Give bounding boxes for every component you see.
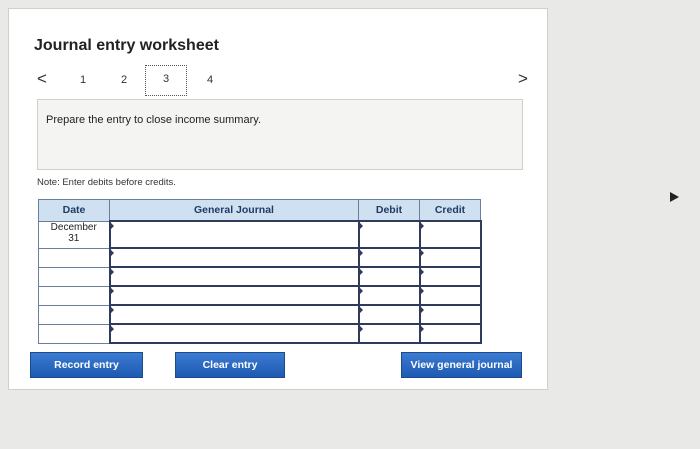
account-input[interactable] [108, 304, 360, 325]
journal-table: Date General Journal Debit Credit Decemb… [38, 199, 482, 344]
credit-input[interactable] [418, 323, 482, 344]
table-row [38, 247, 482, 268]
credit-input[interactable] [418, 220, 482, 249]
debit-input[interactable] [357, 304, 421, 325]
chevron-left-icon[interactable]: < [37, 69, 47, 89]
page-4[interactable]: 4 [207, 74, 213, 86]
page-title: Journal entry worksheet [34, 37, 219, 54]
general-journal-header: General Journal [109, 199, 359, 222]
account-input[interactable] [108, 220, 360, 249]
credit-input[interactable] [418, 285, 482, 306]
debit-input[interactable] [357, 266, 421, 287]
journal-panel: Journal entry worksheet < 1 2 3 4 > Prep… [8, 8, 548, 390]
debit-header: Debit [358, 199, 420, 222]
page-3[interactable]: 3 [145, 65, 187, 96]
debit-input[interactable] [357, 323, 421, 344]
table-row [38, 323, 482, 344]
date-header: Date [38, 199, 110, 222]
view-general-journal-button[interactable]: View general journal [401, 352, 522, 378]
table-row: December 31 [38, 220, 482, 249]
table-row [38, 285, 482, 306]
table-row [38, 266, 482, 287]
debit-input[interactable] [357, 220, 421, 249]
credit-input[interactable] [418, 266, 482, 287]
date-cell [38, 247, 110, 268]
table-row [38, 304, 482, 325]
page-2[interactable]: 2 [121, 74, 127, 86]
page-1[interactable]: 1 [80, 74, 86, 86]
account-input[interactable] [108, 323, 360, 344]
mouse-cursor-icon [670, 192, 679, 202]
debit-input[interactable] [357, 247, 421, 268]
date-cell [38, 266, 110, 287]
record-entry-button[interactable]: Record entry [30, 352, 143, 378]
credit-input[interactable] [418, 247, 482, 268]
clear-entry-button[interactable]: Clear entry [175, 352, 285, 378]
credit-header: Credit [419, 199, 481, 222]
credit-input[interactable] [418, 304, 482, 325]
date-cell [38, 304, 110, 325]
note-text: Note: Enter debits before credits. [37, 177, 176, 188]
table-header-row: Date General Journal Debit Credit [38, 199, 481, 222]
prompt-box: Prepare the entry to close income summar… [37, 99, 523, 170]
pager: < 1 2 3 4 > [37, 65, 537, 96]
date-month: December [50, 221, 97, 233]
date-cell: December 31 [38, 220, 110, 249]
chevron-right-icon[interactable]: > [518, 69, 528, 89]
prompt-text: Prepare the entry to close income summar… [46, 114, 261, 126]
date-day: 31 [68, 232, 80, 244]
date-cell [38, 323, 110, 344]
account-input[interactable] [108, 247, 360, 268]
account-input[interactable] [108, 266, 360, 287]
debit-input[interactable] [357, 285, 421, 306]
account-input[interactable] [108, 285, 360, 306]
date-cell [38, 285, 110, 306]
